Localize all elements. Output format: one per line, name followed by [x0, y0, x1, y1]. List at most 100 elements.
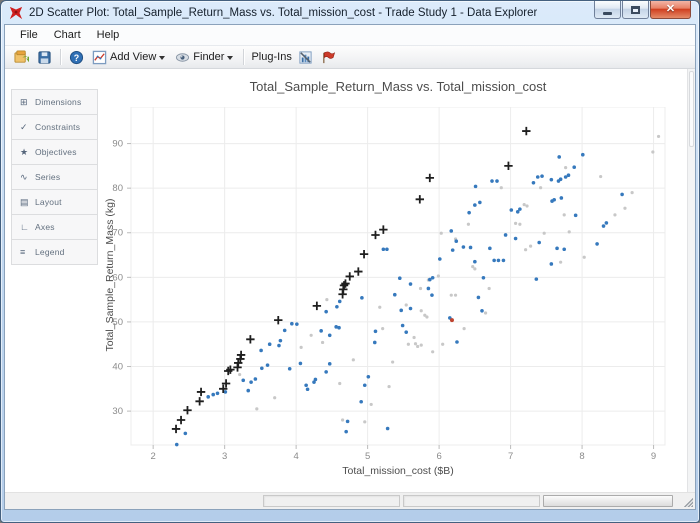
data-point[interactable]: [328, 334, 332, 338]
data-point[interactable]: [325, 298, 328, 301]
data-point[interactable]: [473, 267, 476, 270]
data-point[interactable]: [462, 245, 466, 249]
data-point[interactable]: [543, 232, 546, 235]
data-point[interactable]: [518, 223, 521, 226]
data-point[interactable]: [502, 259, 506, 263]
data-point[interactable]: [525, 204, 528, 207]
data-point[interactable]: [440, 232, 443, 235]
data-point[interactable]: [550, 178, 554, 182]
data-point-plus[interactable]: [183, 406, 191, 414]
data-point[interactable]: [310, 334, 313, 337]
data-point[interactable]: [385, 247, 389, 251]
data-point[interactable]: [477, 296, 481, 300]
data-point[interactable]: [378, 306, 381, 309]
data-point-plus[interactable]: [237, 351, 245, 359]
data-point-plus[interactable]: [246, 335, 254, 343]
data-point[interactable]: [328, 362, 332, 366]
data-point[interactable]: [324, 370, 328, 374]
data-point[interactable]: [295, 322, 299, 326]
data-point[interactable]: [184, 432, 188, 436]
data-point[interactable]: [393, 293, 397, 297]
data-point[interactable]: [266, 363, 270, 367]
data-point[interactable]: [409, 307, 413, 311]
data-point[interactable]: [337, 326, 341, 330]
data-point[interactable]: [449, 229, 453, 233]
data-point[interactable]: [463, 327, 466, 330]
data-point-plus[interactable]: [346, 272, 354, 280]
maximize-button[interactable]: [622, 1, 649, 19]
data-point[interactable]: [238, 373, 241, 376]
data-point[interactable]: [420, 309, 423, 312]
data-point[interactable]: [321, 341, 324, 344]
data-point[interactable]: [206, 395, 210, 399]
data-point[interactable]: [623, 207, 626, 210]
data-point[interactable]: [555, 247, 559, 251]
data-point[interactable]: [563, 213, 566, 216]
close-button[interactable]: ✕: [650, 1, 691, 19]
data-point[interactable]: [657, 135, 660, 138]
data-point[interactable]: [401, 324, 405, 328]
data-point[interactable]: [288, 367, 292, 371]
data-point[interactable]: [341, 418, 344, 421]
data-point[interactable]: [338, 300, 342, 304]
data-point[interactable]: [651, 150, 654, 153]
data-point-plus[interactable]: [426, 174, 434, 182]
data-point[interactable]: [306, 387, 310, 391]
sidebar-item-constraints[interactable]: ✓Constraints: [11, 114, 98, 140]
data-point[interactable]: [560, 196, 564, 200]
data-point[interactable]: [613, 213, 616, 216]
data-point[interactable]: [454, 294, 457, 297]
data-point[interactable]: [427, 287, 431, 291]
data-point[interactable]: [425, 315, 428, 318]
data-point[interactable]: [381, 327, 384, 330]
data-point[interactable]: [535, 277, 539, 281]
data-point[interactable]: [480, 309, 484, 313]
data-point[interactable]: [386, 427, 390, 431]
data-point[interactable]: [631, 191, 634, 194]
data-point-plus[interactable]: [197, 388, 205, 396]
data-point[interactable]: [492, 259, 496, 263]
data-point[interactable]: [314, 378, 318, 382]
data-point[interactable]: [568, 230, 571, 233]
data-point[interactable]: [346, 420, 350, 424]
data-point[interactable]: [599, 175, 602, 178]
data-point[interactable]: [211, 393, 215, 397]
data-point[interactable]: [268, 342, 272, 346]
data-point[interactable]: [438, 257, 442, 261]
data-point[interactable]: [469, 246, 473, 250]
data-point-plus[interactable]: [177, 416, 185, 424]
add-view-button[interactable]: Add View: [88, 48, 171, 67]
data-point[interactable]: [583, 256, 586, 259]
menu-item-chart[interactable]: Chart: [46, 27, 89, 43]
data-point[interactable]: [497, 259, 501, 263]
data-point[interactable]: [259, 349, 263, 353]
data-point[interactable]: [283, 329, 287, 333]
data-point[interactable]: [473, 260, 477, 264]
data-point[interactable]: [510, 208, 514, 212]
data-point[interactable]: [367, 375, 371, 379]
finder-button[interactable]: Finder: [171, 48, 239, 67]
data-point[interactable]: [474, 185, 478, 189]
data-point[interactable]: [370, 403, 373, 406]
data-point[interactable]: [484, 311, 487, 314]
minimize-button[interactable]: [594, 1, 621, 19]
data-point[interactable]: [602, 224, 606, 228]
data-point[interactable]: [529, 245, 532, 248]
data-point[interactable]: [405, 303, 408, 306]
data-point-plus[interactable]: [274, 316, 282, 324]
data-point-plus[interactable]: [416, 195, 424, 203]
data-point[interactable]: [420, 344, 423, 347]
data-point[interactable]: [363, 383, 367, 387]
data-point[interactable]: [572, 165, 576, 169]
sidebar-item-series[interactable]: ∿Series: [11, 164, 98, 190]
data-point[interactable]: [391, 360, 394, 363]
data-point[interactable]: [595, 242, 599, 246]
data-point-plus[interactable]: [504, 162, 512, 170]
data-point[interactable]: [299, 362, 303, 366]
data-point[interactable]: [360, 296, 364, 300]
data-point[interactable]: [175, 443, 179, 447]
data-point[interactable]: [279, 339, 283, 343]
data-point-plus[interactable]: [360, 250, 368, 258]
scrollbar-thumb[interactable]: [689, 71, 694, 147]
data-point[interactable]: [451, 248, 455, 252]
